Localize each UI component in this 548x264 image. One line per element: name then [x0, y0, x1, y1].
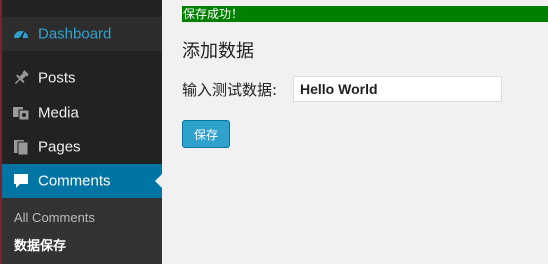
sidebar-item-comments[interactable]: Comments: [2, 164, 163, 198]
success-notice: 保存成功！: [182, 6, 548, 22]
comment-icon: [12, 172, 30, 190]
sidebar-item-label: Posts: [38, 69, 76, 87]
submenu-item-all-comments[interactable]: All Comments: [14, 210, 95, 225]
sidebar-item-media[interactable]: Media: [2, 96, 162, 130]
admin-sidebar: Dashboard Posts Media Pages Comments All…: [0, 0, 163, 264]
submenu-item-data-save[interactable]: 数据保存: [14, 235, 66, 254]
sidebar-item-posts[interactable]: Posts: [2, 61, 162, 95]
sidebar-item-label: Comments: [38, 172, 111, 190]
current-page-arrow: [155, 173, 163, 189]
pin-icon: [12, 69, 30, 87]
sidebar-item-label: Media: [38, 104, 79, 122]
sidebar-item-dashboard[interactable]: Dashboard: [2, 17, 162, 51]
test-data-label: 输入测试数据:: [182, 81, 278, 99]
sidebar-item-label: Pages: [38, 138, 81, 156]
save-button[interactable]: 保存: [182, 120, 230, 148]
page-title: 添加数据: [182, 41, 254, 62]
media-icon: [12, 104, 30, 122]
sidebar-item-label: Dashboard: [38, 25, 112, 43]
sidebar-item-pages[interactable]: Pages: [2, 130, 162, 164]
comments-submenu: All Comments 数据保存: [2, 198, 162, 264]
pages-icon: [12, 138, 30, 156]
dashboard-icon: [12, 25, 30, 43]
test-data-input[interactable]: [293, 76, 502, 102]
